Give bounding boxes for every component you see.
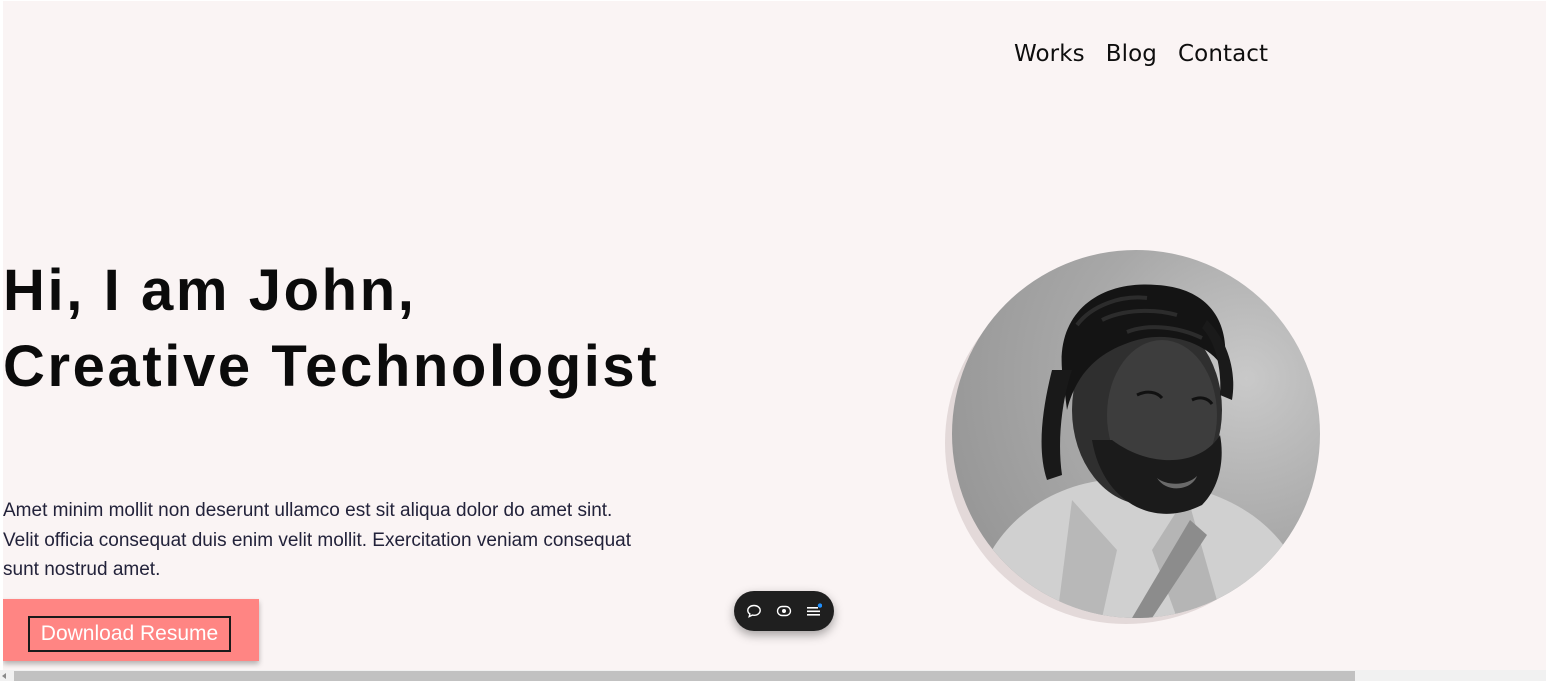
scrollbar-thumb[interactable] [14, 671, 1355, 681]
hero-intro: Amet minim mollit non deserunt ullamco e… [3, 500, 632, 580]
menu-icon[interactable] [806, 603, 822, 619]
portrait-illustration [972, 284, 1312, 618]
hero-headline: Hi, I am John, Creative Technologist [3, 253, 659, 405]
profile-photo-frame [945, 250, 1321, 626]
headline-line-1: Hi, I am John, [3, 258, 417, 323]
nav-link-blog[interactable]: Blog [1106, 41, 1157, 67]
download-resume-label: Download Resume [28, 616, 231, 652]
top-nav: Works Blog Contact [1014, 41, 1268, 67]
eye-icon[interactable] [776, 603, 792, 619]
comment-icon[interactable] [746, 603, 762, 619]
floating-toolbar [734, 591, 834, 631]
download-resume-button[interactable]: Download Resume [3, 599, 259, 661]
scroll-left-arrow-icon[interactable] [2, 673, 6, 679]
horizontal-scrollbar[interactable] [0, 670, 1546, 681]
page: Works Blog Contact Hi, I am John, Creati… [3, 1, 1546, 670]
nav-link-works[interactable]: Works [1014, 41, 1085, 67]
nav-link-contact[interactable]: Contact [1178, 41, 1268, 67]
profile-photo [952, 250, 1320, 618]
headline-line-2: Creative Technologist [3, 334, 660, 399]
